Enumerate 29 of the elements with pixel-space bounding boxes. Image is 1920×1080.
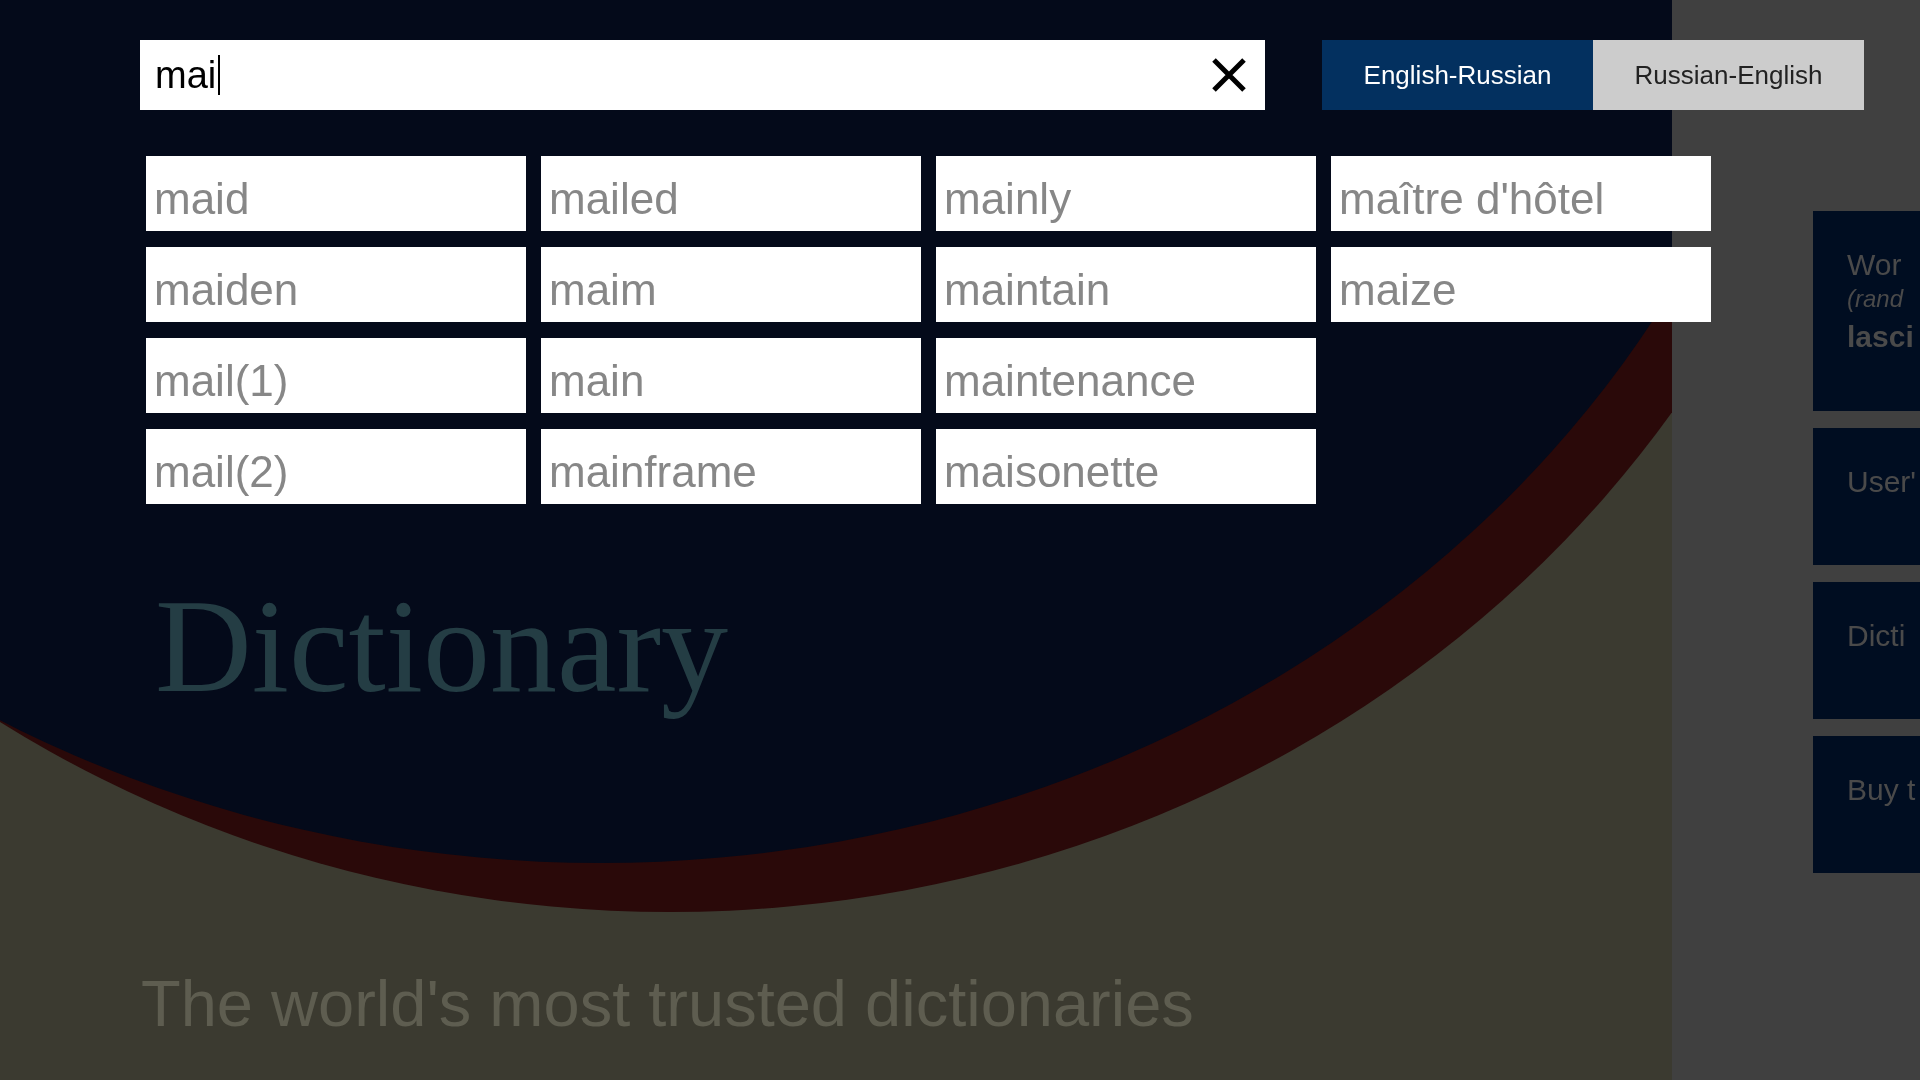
tile-subtitle: (rand xyxy=(1847,284,1904,314)
suggestion-button[interactable]: main xyxy=(541,338,921,413)
suggestion-button[interactable]: maisonette xyxy=(936,429,1316,504)
suggestion-button[interactable]: mainframe xyxy=(541,429,921,504)
suggestion-button[interactable]: maize xyxy=(1331,247,1711,322)
suggestion-button[interactable]: maim xyxy=(541,247,921,322)
close-icon xyxy=(1211,57,1247,93)
suggestion-button[interactable]: maiden xyxy=(146,247,526,322)
menu-tile[interactable]: Dicti xyxy=(1813,582,1920,719)
random-word: lasci xyxy=(1847,319,1914,355)
language-button[interactable]: Russian-English xyxy=(1593,40,1864,110)
search-field[interactable]: mai xyxy=(140,40,1265,110)
tile-title: Dicti xyxy=(1847,618,1906,654)
suggestion-button[interactable]: maid xyxy=(146,156,526,231)
menu-tile[interactable]: User' xyxy=(1813,428,1920,565)
text-cursor-icon xyxy=(218,55,221,95)
suggestion-button[interactable]: mainly xyxy=(936,156,1316,231)
suggestion-button[interactable]: mailed xyxy=(541,156,921,231)
tile-title: User' xyxy=(1847,464,1917,500)
tile-title: Buy t xyxy=(1847,772,1916,808)
tile-title: Wor xyxy=(1847,247,1902,283)
menu-tile[interactable]: Wor (rand lasci xyxy=(1813,211,1920,411)
menu-tile[interactable]: Buy t xyxy=(1813,736,1920,873)
suggestion-button[interactable]: mail(1) xyxy=(146,338,526,413)
language-button[interactable]: English-Russian xyxy=(1322,40,1593,110)
suggestion-button[interactable]: maître d'hôtel xyxy=(1331,156,1711,231)
suggestion-button[interactable]: maintain xyxy=(936,247,1316,322)
suggestion-button[interactable]: mail(2) xyxy=(146,429,526,504)
suggestion-button[interactable]: maintenance xyxy=(936,338,1316,413)
